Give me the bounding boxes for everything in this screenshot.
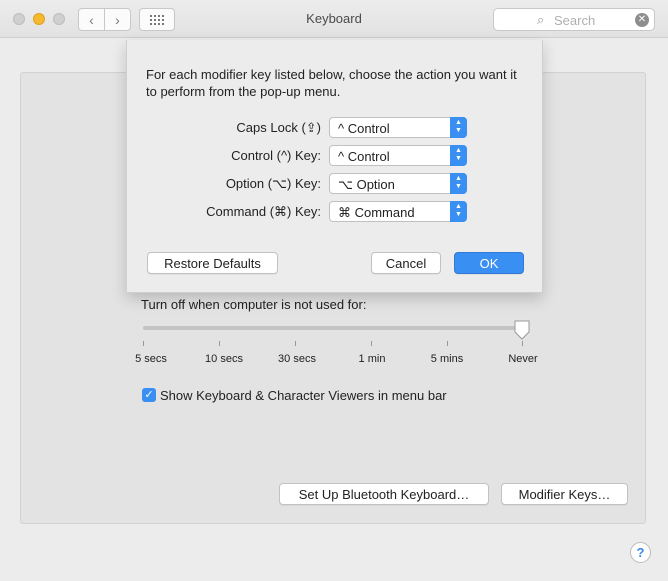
tick-label: 1 min	[358, 353, 386, 365]
slider-tick	[371, 341, 372, 346]
caps-lock-label: Caps Lock (⇪)	[236, 120, 321, 135]
control-key-popup[interactable]: ^ Control ▲ ▼	[329, 145, 467, 166]
modifier-keys-button[interactable]: Modifier Keys…	[501, 483, 628, 505]
updown-arrows-icon: ▲ ▼	[450, 173, 467, 194]
slider-tick	[143, 341, 144, 346]
updown-arrows-icon: ▲ ▼	[450, 117, 467, 138]
title-bar: ‹ › Keyboard ⌕ Search ✕	[0, 0, 668, 38]
bluetooth-keyboard-button[interactable]: Set Up Bluetooth Keyboard…	[279, 483, 489, 505]
tick-label: Never	[508, 353, 538, 365]
option-key-popup[interactable]: ⌥ Option ▲ ▼	[329, 173, 467, 194]
slider-tick	[522, 341, 523, 346]
viewer-checkbox[interactable]: ✓	[142, 388, 156, 402]
turnoff-slider[interactable]	[143, 326, 523, 330]
turnoff-label: Turn off when computer is not used for:	[141, 297, 367, 312]
tick-label: 5 secs	[135, 353, 167, 365]
popup-value: ⌥ Option	[338, 177, 395, 192]
slider-tick	[295, 341, 296, 346]
sheet-description: For each modifier key listed below, choo…	[146, 67, 517, 99]
popup-value: ^ Control	[338, 121, 390, 136]
caps-lock-popup[interactable]: ^ Control ▲ ▼	[329, 117, 467, 138]
popup-value: ⌘ Command	[338, 205, 415, 220]
command-key-popup[interactable]: ⌘ Command ▲ ▼	[329, 201, 467, 222]
viewer-checkbox-label[interactable]: Show Keyboard & Character Viewers in men…	[160, 388, 447, 403]
cancel-button[interactable]: Cancel	[371, 252, 441, 274]
ok-button[interactable]: OK	[454, 252, 524, 274]
slider-tick	[447, 341, 448, 346]
slider-tick	[219, 341, 220, 346]
tick-label: 30 secs	[278, 353, 316, 365]
command-key-label: Command (⌘) Key:	[206, 204, 321, 219]
search-input[interactable]: ⌕ Search ✕	[493, 8, 655, 31]
restore-defaults-button[interactable]: Restore Defaults	[147, 252, 278, 274]
option-key-label: Option (⌥) Key:	[225, 176, 321, 191]
slider-knob[interactable]	[513, 320, 531, 340]
updown-arrows-icon: ▲ ▼	[450, 201, 467, 222]
popup-value: ^ Control	[338, 149, 390, 164]
control-key-label: Control (^) Key:	[231, 148, 321, 163]
tick-label: 10 secs	[205, 353, 243, 365]
tick-label: 5 mins	[430, 353, 464, 365]
modifier-keys-sheet: For each modifier key listed below, choo…	[126, 40, 543, 293]
search-placeholder: Search	[554, 13, 596, 28]
updown-arrows-icon: ▲ ▼	[450, 145, 467, 166]
search-icon: ⌕	[537, 12, 545, 27]
help-button[interactable]: ?	[630, 542, 651, 563]
clear-search-icon[interactable]: ✕	[635, 13, 649, 27]
